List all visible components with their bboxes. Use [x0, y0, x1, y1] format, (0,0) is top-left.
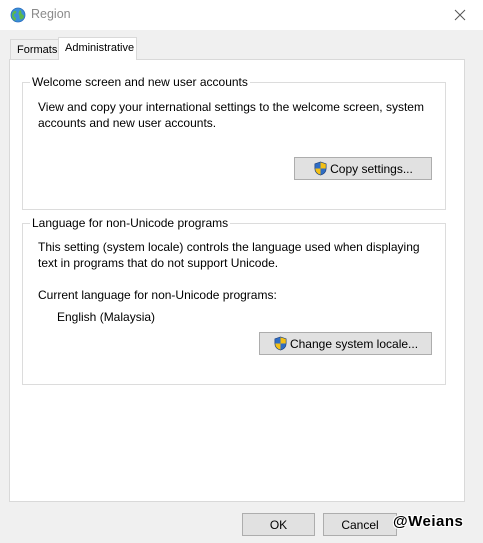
uac-shield-icon: [314, 161, 327, 176]
window-title: Region: [31, 7, 71, 21]
uac-shield-icon: [274, 336, 287, 351]
welcome-screen-group: Welcome screen and new user accounts Vie…: [22, 75, 446, 210]
title-bar: Region: [0, 0, 483, 30]
copy-settings-label: Copy settings...: [330, 161, 413, 176]
tab-formats[interactable]: Formats: [10, 39, 59, 59]
non-unicode-group-title: Language for non-Unicode programs: [30, 216, 231, 230]
watermark-text: @Weians: [393, 513, 464, 530]
cancel-label: Cancel: [341, 517, 379, 532]
current-language-value: English (Malaysia): [57, 310, 156, 324]
non-unicode-language-group: Language for non-Unicode programs This s…: [22, 216, 446, 385]
ok-button[interactable]: OK: [242, 513, 315, 536]
cancel-button[interactable]: Cancel: [323, 513, 397, 536]
non-unicode-description-line1: This setting (system locale) controls th…: [38, 240, 420, 254]
non-unicode-description-line2: text in programs that do not support Uni…: [38, 256, 279, 270]
close-icon: [454, 9, 466, 21]
change-system-locale-label: Change system locale...: [289, 336, 419, 351]
tab-panel-administrative: Welcome screen and new user accounts Vie…: [9, 59, 465, 502]
globe-icon: [10, 7, 26, 23]
close-button[interactable]: [437, 0, 483, 30]
current-language-label: Current language for non-Unicode program…: [38, 288, 277, 302]
copy-settings-button[interactable]: Copy settings...: [294, 157, 432, 180]
welcome-description-line1: View and copy your international setting…: [38, 100, 424, 114]
welcome-description: View and copy your international setting…: [38, 99, 424, 131]
change-system-locale-button[interactable]: Change system locale...: [259, 332, 432, 355]
welcome-group-title: Welcome screen and new user accounts: [30, 75, 250, 89]
tab-administrative[interactable]: Administrative: [58, 37, 137, 60]
welcome-description-line2: accounts and new user accounts.: [38, 116, 217, 130]
ok-label: OK: [269, 517, 288, 532]
non-unicode-description: This setting (system locale) controls th…: [38, 239, 420, 271]
